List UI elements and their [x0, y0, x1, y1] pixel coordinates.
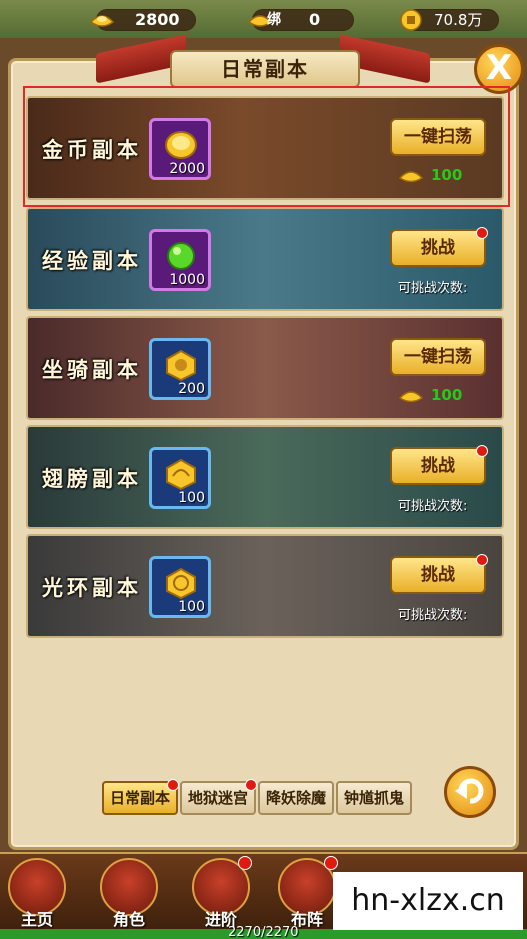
dungeon-row-wings[interactable]: 翅膀副本 100 挑战 可挑战次数:: [26, 425, 504, 529]
alert-dot: [324, 856, 338, 870]
nav-home[interactable]: 主页: [4, 856, 70, 929]
challenge-label: 挑战: [421, 238, 455, 258]
ingot-value: 2800: [135, 10, 180, 29]
gold-ingot-icon: [89, 15, 115, 27]
tab-label: 地狱迷宫: [187, 789, 248, 807]
dungeon-row-exp[interactable]: 经验副本 1000 挑战 可挑战次数:: [26, 207, 504, 311]
currency-bar: 2800 绑 0 70.8万: [0, 0, 527, 38]
hp-value: 2270/2270: [228, 925, 299, 939]
watermark: hn-xlzx.cn: [333, 872, 523, 930]
tab-hell-maze[interactable]: 地狱迷宫: [180, 779, 257, 815]
alert-dot: [245, 779, 257, 791]
coin-counter: 70.8万: [400, 9, 499, 31]
tab-demon-slaying[interactable]: 降妖除魔: [258, 781, 334, 815]
dungeon-name: 坐骑副本: [42, 357, 142, 382]
tab-daily[interactable]: 日常副本: [102, 779, 179, 815]
reward-item[interactable]: 100: [149, 447, 211, 509]
challenge-button[interactable]: 挑战: [390, 554, 488, 594]
coin-value: 70.8万: [434, 11, 483, 29]
item-count: 100: [178, 599, 205, 615]
attempts-label: 可挑战次数:: [398, 281, 468, 296]
attempts-label: 可挑战次数:: [398, 499, 468, 514]
challenge-label: 挑战: [421, 456, 455, 476]
tab-label: 降妖除魔: [265, 789, 326, 807]
panel-title: 日常副本: [170, 50, 360, 88]
dungeon-name: 经验副本: [42, 248, 142, 273]
challenge-label: 挑战: [421, 565, 455, 585]
reward-item[interactable]: 200: [149, 338, 211, 400]
cost-value: 100: [431, 386, 463, 404]
ingot-counter: 2800: [89, 9, 196, 31]
dungeon-name: 翅膀副本: [42, 466, 142, 491]
nav-advance[interactable]: 进阶: [188, 856, 254, 929]
reward-item[interactable]: 100: [149, 556, 211, 618]
item-count: 200: [178, 381, 205, 397]
back-arrow-icon: [455, 778, 484, 804]
halo-token-icon: [166, 567, 196, 599]
mount-token-icon: [166, 349, 196, 381]
sweep-button[interactable]: 一键扫荡: [390, 338, 486, 376]
alert-dot: [476, 554, 488, 566]
item-count: 100: [178, 490, 205, 506]
nav-label: 角色: [112, 910, 145, 929]
exp-orb-icon: [167, 242, 195, 270]
copper-coin-icon: [400, 9, 422, 31]
close-icon: X: [485, 48, 513, 88]
wing-token-icon: [166, 458, 196, 490]
dungeon-row-mount[interactable]: 坐骑副本 200 一键扫荡 100: [26, 316, 504, 420]
alert-dot: [476, 227, 488, 239]
nav-formation[interactable]: 布阵: [274, 856, 340, 929]
tab-zhong-kui[interactable]: 钟馗抓鬼: [336, 781, 412, 815]
challenge-button[interactable]: 挑战: [390, 227, 488, 267]
challenge-button[interactable]: 挑战: [390, 445, 488, 485]
nav-character[interactable]: 角色: [96, 856, 162, 929]
bound-label: 绑: [267, 12, 281, 28]
tab-label: 钟馗抓鬼: [343, 789, 404, 807]
gold-ingot-icon: [398, 391, 424, 403]
bound-value: 0: [309, 10, 321, 29]
item-count: 1000: [169, 272, 205, 288]
dungeon-row-halo[interactable]: 光环副本 100 挑战 可挑战次数:: [26, 534, 504, 638]
selection-highlight: [23, 86, 510, 207]
nav-label: 主页: [20, 910, 53, 929]
alert-dot: [476, 445, 488, 457]
dungeon-name: 光环副本: [42, 575, 142, 600]
bound-ingot-counter: 绑 0: [247, 9, 354, 31]
attempts-label: 可挑战次数:: [398, 608, 468, 623]
alert-dot: [238, 856, 252, 870]
alert-dot: [167, 779, 179, 791]
reward-item[interactable]: 1000: [149, 229, 211, 291]
tab-label: 日常副本: [109, 789, 170, 807]
back-button[interactable]: [444, 766, 496, 818]
